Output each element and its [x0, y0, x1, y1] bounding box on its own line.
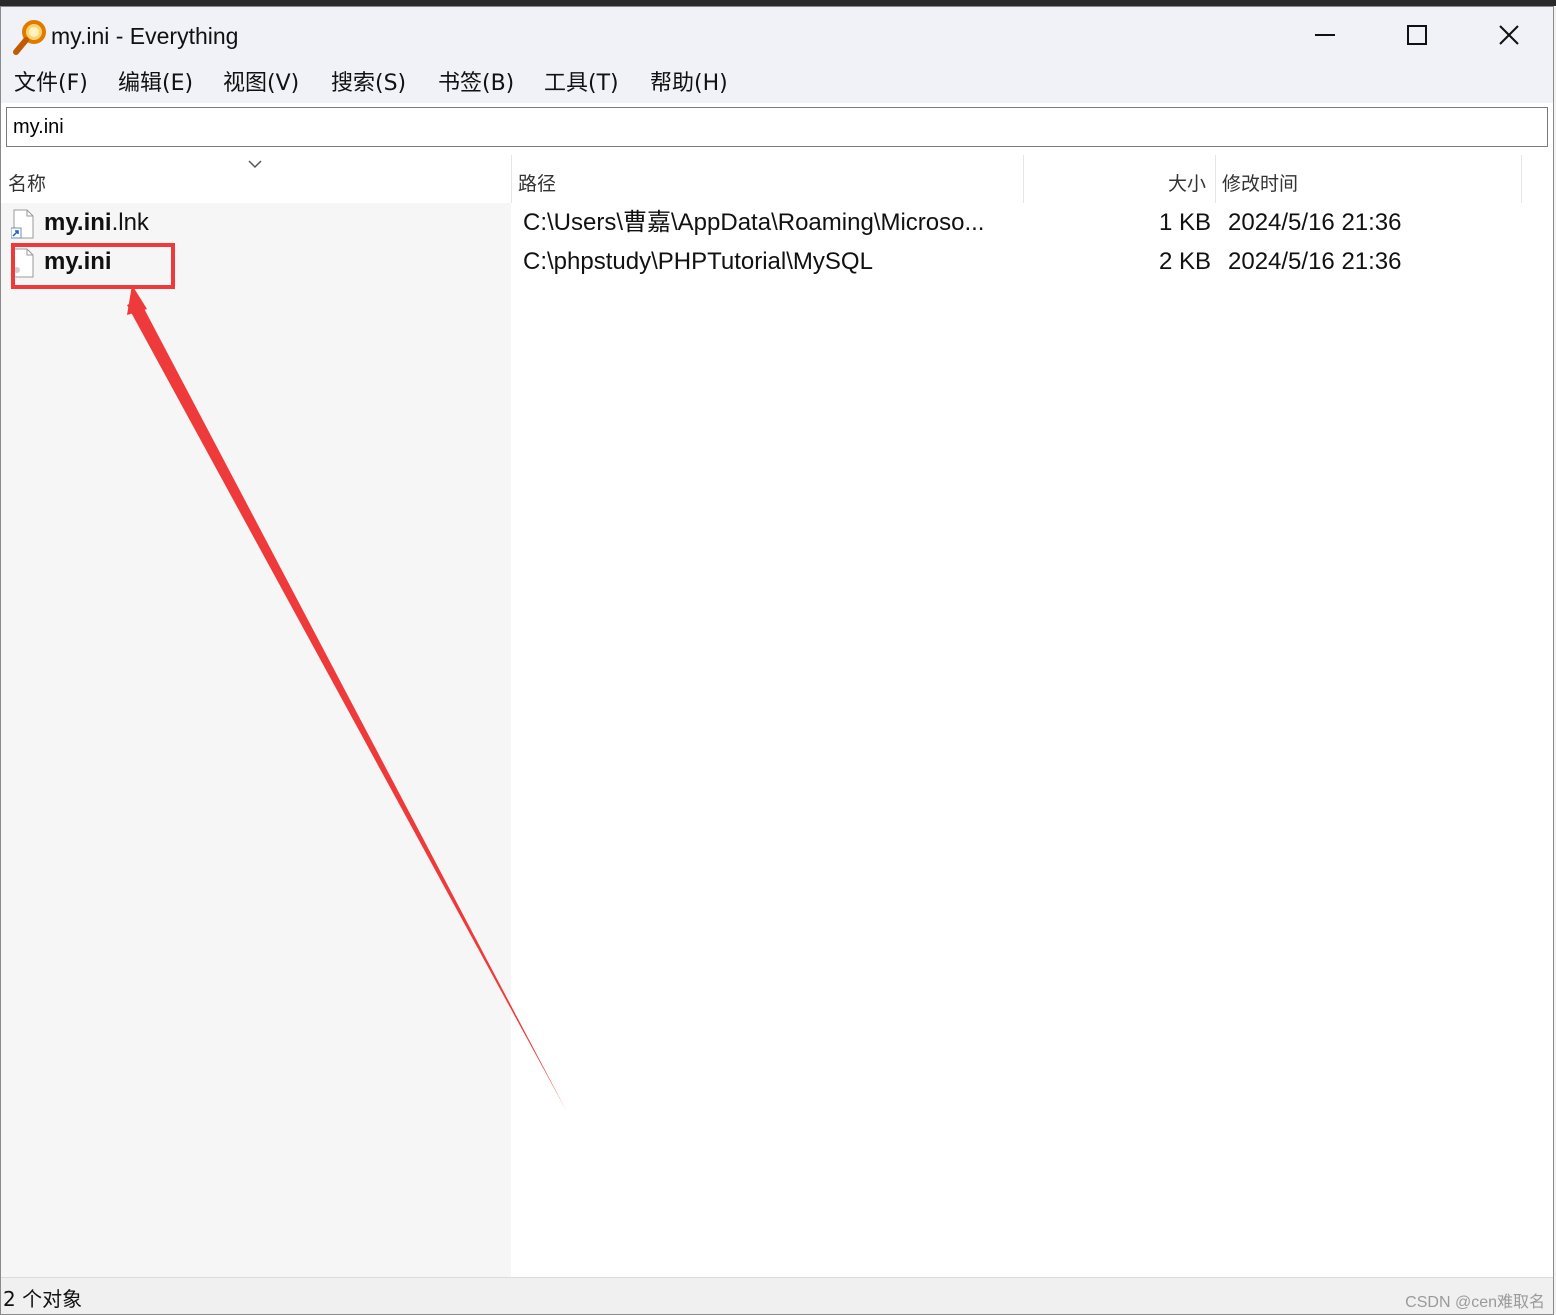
- everything-window: my.ini - Everything 文件(F) 编辑(E) 视图(V) 搜索…: [0, 6, 1554, 1315]
- annotation-arrow: [127, 285, 566, 1110]
